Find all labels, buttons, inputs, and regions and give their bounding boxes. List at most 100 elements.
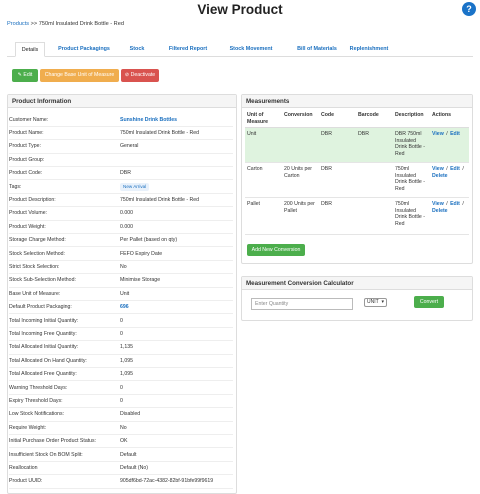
product-info-value: OK [120, 438, 128, 445]
quantity-input[interactable]: Enter Quantity [251, 298, 353, 310]
help-icon[interactable]: ? [462, 2, 476, 16]
product-info-row: Customer Name: Sunshine Drink Bottles [9, 114, 233, 127]
product-info-row: Product Type: General [9, 140, 233, 154]
link-separator: / [446, 166, 448, 172]
delete-link[interactable]: Delete [432, 208, 448, 214]
product-info-row: Warning Threshold Days: 0 [9, 382, 233, 395]
product-info-value: Minimise Storage [120, 277, 161, 284]
measure-code: DBR [321, 201, 332, 207]
product-info-row: Expiry Threshold Days: 0 [9, 395, 233, 409]
product-info-label: Product Type: [9, 143, 41, 150]
deactivate-button[interactable]: ⊘ Deactivate [121, 69, 159, 82]
product-info-row: Total Incoming Free Quantity: 0 [9, 328, 233, 342]
product-info-label: Stock Selection Method: [9, 250, 65, 257]
measure-description: 750ml Insulated Drink Bottle - Red [395, 166, 425, 192]
tab-replenishment[interactable]: Replenishment [341, 42, 397, 57]
product-info-value: Default [120, 451, 137, 458]
tab-stock[interactable]: Stock [123, 42, 151, 57]
edit-link[interactable]: Edit [450, 201, 460, 207]
tab-details[interactable]: Details [15, 42, 45, 57]
product-info-label: Product UUID: [9, 478, 43, 485]
product-info-value: 1,135 [120, 344, 133, 351]
tab-bill-of-materials[interactable]: Bill of Materials [285, 42, 349, 57]
product-info-row: Total Allocated Free Quantity: 1,095 [9, 368, 233, 382]
measure-code: DBR [321, 166, 332, 172]
product-info-value: General [120, 143, 139, 150]
product-info-value: 0.000 [120, 210, 133, 217]
product-info-row: Product Description: 750ml Insulated Drin… [9, 194, 233, 208]
product-info-link[interactable]: 696 [120, 301, 129, 314]
view-link[interactable]: View [432, 131, 444, 137]
view-link[interactable]: View [432, 166, 444, 172]
view-link[interactable]: View [432, 201, 444, 207]
product-info-row: Product Volume: 0.000 [9, 207, 233, 221]
convert-button[interactable]: Convert [414, 296, 444, 308]
product-info-label: Require Weight: [9, 424, 47, 431]
header-unit-of-measure: Unit of Measure [247, 112, 269, 125]
tab-filtered-report[interactable]: Filtered Report [160, 42, 216, 57]
product-info-value: Unit [120, 290, 130, 297]
product-info-row: Product Code: DBR [9, 167, 233, 181]
product-info-value: 0 [120, 317, 123, 324]
change-base-unit-button[interactable]: Change Base Unit of Measure [40, 69, 119, 82]
add-new-conversion-button[interactable]: Add New Conversion [247, 244, 305, 256]
tab-bar: Details Product Packagings Stock Filtere… [7, 42, 473, 57]
link-separator: / [462, 166, 464, 172]
tab-stock-movement[interactable]: Stock Movement [219, 42, 283, 57]
product-info-label: Initial Purchase Order Product Status: [9, 438, 97, 445]
product-info-value: 750ml Insulated Drink Bottle - Red [120, 196, 200, 203]
edit-link[interactable]: Edit [450, 131, 460, 137]
product-info-label: Total Incoming Initial Quantity: [9, 317, 79, 324]
measure-actions: View / Edit / Delete [432, 166, 468, 179]
product-info-label: Base Unit of Measure: [9, 290, 61, 297]
measure-actions: View / Edit [432, 131, 468, 138]
product-info-label: Expiry Threshold Days: [9, 397, 63, 404]
chevron-down-icon: ▾ [381, 299, 384, 305]
product-info-label: Stock Sub-Selection Method: [9, 277, 76, 284]
measure-description: DBR 750ml Insulated Drink Bottle - Red [395, 131, 425, 157]
product-info-row: Storage Charge Method: Per Pallet (based … [9, 234, 233, 248]
product-info-label: Default Product Packaging: [9, 304, 72, 311]
measure-barcode: DBR [358, 131, 369, 137]
product-info-label: Total Allocated Free Quantity: [9, 371, 77, 378]
product-info-row: Base Unit of Measure: Unit [9, 288, 233, 302]
edit-button-label: Edit [23, 72, 33, 78]
product-info-value: 0.000 [120, 223, 133, 230]
product-info-value: 1,095 [120, 357, 133, 364]
product-info-label: Product Description: [9, 196, 56, 203]
product-info-row: Strict Stock Selection: No [9, 261, 233, 275]
product-info-label: Customer Name: [9, 116, 49, 123]
link-separator: / [446, 131, 448, 137]
measurements-title: Measurements [242, 95, 472, 108]
product-info-row: Product Weight: 0.000 [9, 221, 233, 235]
edit-link[interactable]: Edit [450, 166, 460, 172]
page-title: View Product [197, 2, 283, 17]
edit-button[interactable]: ✎ Edit [12, 69, 38, 82]
product-info-value: DBR [120, 170, 131, 177]
delete-link[interactable]: Delete [432, 173, 448, 179]
header-actions: Actions [432, 112, 452, 118]
product-info-row: Product Group: [9, 154, 233, 168]
product-info-row: Total Allocated Initial Quantity: 1,135 [9, 341, 233, 355]
breadcrumb-products-link[interactable]: Products [7, 21, 29, 27]
tag-badge: New Arrival [120, 183, 150, 191]
product-info-label: Warning Threshold Days: [9, 384, 68, 391]
measurement-row: Pallet 200 Units per Pallet DBR 750ml Insulat… [245, 198, 469, 235]
product-info-label: Strict Stock Selection: [9, 263, 60, 270]
product-info-label: Product Name: [9, 129, 44, 136]
product-info-value: Default (No) [120, 464, 148, 471]
tab-product-packagings[interactable]: Product Packagings [52, 42, 116, 57]
product-info-value: Disabled [120, 411, 141, 418]
deactivate-button-label: Deactivate [130, 72, 156, 78]
product-info-link[interactable]: Sunshine Drink Bottles [120, 114, 177, 127]
product-info-value: FEFO Expiry Date [120, 250, 163, 257]
link-separator: / [462, 201, 464, 207]
unit-select[interactable]: UNIT ▾ [364, 298, 387, 307]
product-info-value: Per Pallet (based on qty) [120, 237, 178, 244]
product-info-row: Default Product Packaging: 696 [9, 301, 233, 315]
product-info-row: Product Name: 750ml Insulated Drink Bottl… [9, 127, 233, 141]
unit-select-value: UNIT [367, 299, 379, 305]
product-info-label: Product Volume: [9, 210, 48, 217]
product-info-label: Reallocation [9, 464, 38, 471]
measure-unit: Pallet [247, 201, 260, 207]
